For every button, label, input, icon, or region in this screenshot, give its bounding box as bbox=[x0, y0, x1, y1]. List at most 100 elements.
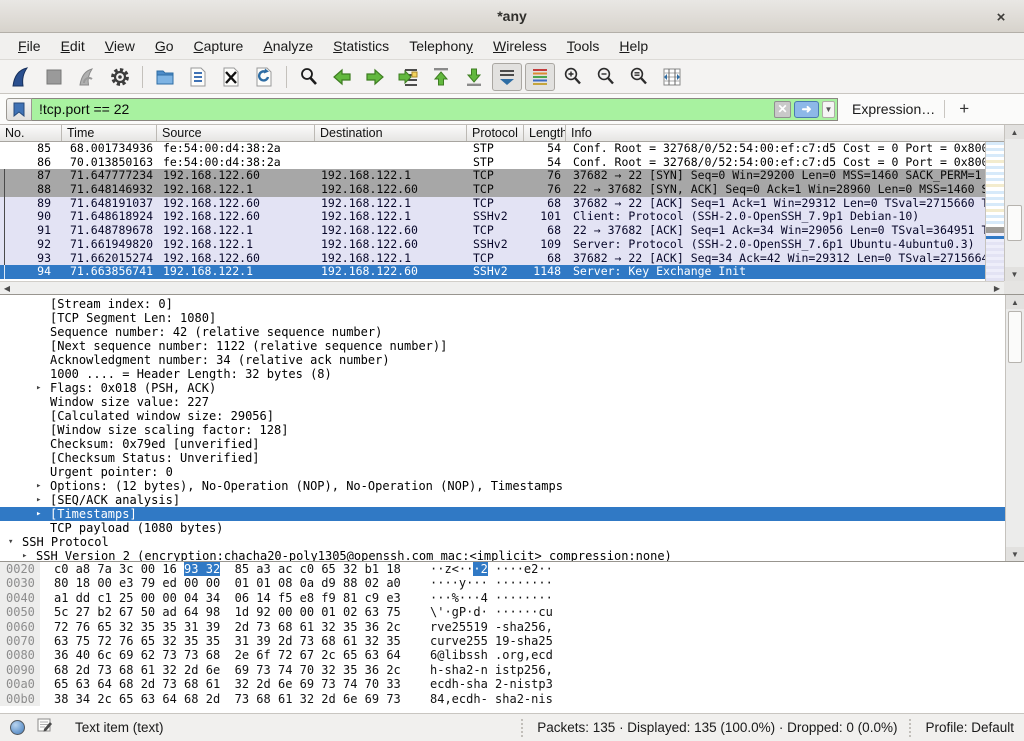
menu-analyze[interactable]: Analyze bbox=[253, 34, 323, 58]
display-filter-input[interactable]: !tcp.port == 22 ✕ ➜ ▼ bbox=[32, 98, 838, 121]
hex-ascii[interactable]: ····e2·· bbox=[488, 562, 553, 576]
menu-telephony[interactable]: Telephony bbox=[399, 34, 483, 58]
expand-icon[interactable]: ▸ bbox=[36, 381, 41, 395]
filter-bookmark-icon[interactable] bbox=[6, 98, 32, 121]
menu-file[interactable]: File bbox=[8, 34, 51, 58]
hex-bytes-highlight[interactable]: 93 32 bbox=[184, 562, 220, 576]
expert-info-icon[interactable] bbox=[10, 720, 25, 735]
restart-capture-icon[interactable] bbox=[72, 63, 102, 91]
scroll-down-icon[interactable]: ▼ bbox=[1005, 267, 1024, 281]
scroll-thumb[interactable] bbox=[1008, 311, 1022, 363]
hex-ascii[interactable]: 84,ecdh- sha2-nis bbox=[430, 692, 553, 706]
go-last-icon[interactable] bbox=[459, 63, 489, 91]
column-header-time[interactable]: Time bbox=[62, 125, 157, 141]
detail-line[interactable]: TCP payload (1080 bytes) bbox=[0, 521, 1005, 535]
detail-line[interactable]: ▸Options: (12 bytes), No-Operation (NOP)… bbox=[0, 479, 1005, 493]
menu-edit[interactable]: Edit bbox=[51, 34, 95, 58]
profile-text[interactable]: Profile: Default bbox=[925, 720, 1014, 735]
hex-ascii[interactable]: curve255 19-sha25 bbox=[430, 634, 553, 648]
expand-icon[interactable]: ▸ bbox=[22, 549, 27, 562]
expand-icon[interactable]: ▸ bbox=[36, 507, 41, 521]
detail-line[interactable]: ▸SSH Version 2 (encryption:chacha20-poly… bbox=[0, 549, 1005, 562]
packet-row-86[interactable]: 8670.013850163fe:54:00:d4:38:2aSTP54Conf… bbox=[0, 156, 985, 170]
detail-line[interactable]: [Calculated window size: 29056] bbox=[0, 409, 1005, 423]
detail-line[interactable]: 1000 .... = Header Length: 32 bytes (8) bbox=[0, 367, 1005, 381]
zoom-in-icon[interactable] bbox=[558, 63, 588, 91]
hex-bytes[interactable]: 65 63 64 68 2d 73 68 61 32 2d 6e 69 73 7… bbox=[54, 677, 401, 691]
hex-bytes[interactable]: 5c 27 b2 67 50 ad 64 98 1d 92 00 00 01 0… bbox=[54, 605, 401, 619]
zoom-out-icon[interactable] bbox=[591, 63, 621, 91]
scroll-thumb[interactable] bbox=[1007, 205, 1022, 241]
intelligent-scrollbar-minimap[interactable] bbox=[985, 142, 1004, 281]
detail-line[interactable]: ▸Flags: 0x018 (PSH, ACK) bbox=[0, 381, 1005, 395]
detail-line[interactable]: Urgent pointer: 0 bbox=[0, 465, 1005, 479]
hex-row-00a0[interactable]: 00a065 63 64 68 2d 73 68 61 32 2d 6e 69 … bbox=[0, 677, 1024, 691]
find-packet-icon[interactable] bbox=[294, 63, 324, 91]
menu-go[interactable]: Go bbox=[145, 34, 184, 58]
hex-ascii[interactable]: 6@libssh .org,ecd bbox=[430, 648, 553, 662]
menu-statistics[interactable]: Statistics bbox=[323, 34, 399, 58]
hex-row-0090[interactable]: 009068 2d 73 68 61 32 2d 6e 69 73 74 70 … bbox=[0, 663, 1024, 677]
hex-row-0020[interactable]: 0020c0 a8 7a 3c 00 16 93 32 85 a3 ac c0 … bbox=[0, 562, 1024, 576]
filter-clear-icon[interactable]: ✕ bbox=[774, 101, 791, 118]
detail-line[interactable]: [Stream index: 0] bbox=[0, 297, 1005, 311]
detail-line[interactable]: [Checksum Status: Unverified] bbox=[0, 451, 1005, 465]
go-first-icon[interactable] bbox=[426, 63, 456, 91]
detail-line[interactable]: ▸[Timestamps] bbox=[0, 507, 1005, 521]
hex-row-0080[interactable]: 008036 40 6c 69 62 73 73 68 2e 6f 72 67 … bbox=[0, 648, 1024, 662]
column-header-length[interactable]: Length bbox=[524, 125, 566, 141]
capture-options-icon[interactable] bbox=[105, 63, 135, 91]
hex-ascii[interactable]: rve25519 -sha256, bbox=[430, 620, 553, 634]
hex-bytes[interactable]: 80 18 00 e3 79 ed 00 00 01 01 08 0a d9 8… bbox=[54, 576, 401, 590]
save-file-icon[interactable] bbox=[183, 63, 213, 91]
packet-row-92[interactable]: 9271.661949820192.168.122.1192.168.122.6… bbox=[0, 238, 985, 252]
expand-icon[interactable]: ▸ bbox=[36, 479, 41, 493]
zoom-original-icon[interactable] bbox=[624, 63, 654, 91]
hex-ascii-highlight[interactable]: ·2 bbox=[473, 562, 487, 576]
hex-ascii[interactable]: h-sha2-n istp256, bbox=[430, 663, 553, 677]
close-file-icon[interactable] bbox=[216, 63, 246, 91]
scroll-up-icon[interactable]: ▲ bbox=[1006, 295, 1024, 309]
go-to-packet-icon[interactable] bbox=[393, 63, 423, 91]
packet-row-88[interactable]: 8871.648146932192.168.122.1192.168.122.6… bbox=[0, 183, 985, 197]
hex-bytes[interactable]: 36 40 6c 69 62 73 73 68 2e 6f 72 67 2c 6… bbox=[54, 648, 401, 662]
menu-wireless[interactable]: Wireless bbox=[483, 34, 557, 58]
open-file-icon[interactable] bbox=[150, 63, 180, 91]
hex-bytes[interactable]: 38 34 2c 65 63 64 68 2d 73 68 61 32 2d 6… bbox=[54, 692, 401, 706]
hex-bytes[interactable]: 72 76 65 32 35 35 31 39 2d 73 68 61 32 3… bbox=[54, 620, 401, 634]
hex-row-0070[interactable]: 007063 75 72 76 65 32 35 35 31 39 2d 73 … bbox=[0, 634, 1024, 648]
packet-list-vscrollbar[interactable]: ▲ ▼ bbox=[1004, 125, 1024, 281]
go-back-icon[interactable] bbox=[327, 63, 357, 91]
column-header-protocol[interactable]: Protocol bbox=[467, 125, 524, 141]
details-vscrollbar[interactable]: ▲ ▼ bbox=[1005, 295, 1024, 561]
scroll-right-icon[interactable]: ▶ bbox=[990, 282, 1004, 294]
start-capture-icon[interactable] bbox=[6, 63, 36, 91]
hex-row-0030[interactable]: 003080 18 00 e3 79 ed 00 00 01 01 08 0a … bbox=[0, 576, 1024, 590]
scroll-left-icon[interactable]: ◀ bbox=[0, 282, 14, 294]
go-forward-icon[interactable] bbox=[360, 63, 390, 91]
packet-row-94[interactable]: 9471.663856741192.168.122.1192.168.122.6… bbox=[0, 265, 985, 279]
hex-row-00b0[interactable]: 00b038 34 2c 65 63 64 68 2d 73 68 61 32 … bbox=[0, 692, 1024, 706]
hex-row-0060[interactable]: 006072 76 65 32 35 35 31 39 2d 73 68 61 … bbox=[0, 620, 1024, 634]
hex-bytes[interactable]: 68 2d 73 68 61 32 2d 6e 69 73 74 70 32 3… bbox=[54, 663, 401, 677]
menu-capture[interactable]: Capture bbox=[184, 34, 254, 58]
detail-line[interactable]: ▾SSH Protocol bbox=[0, 535, 1005, 549]
hex-ascii[interactable]: \'·gP·d· ······cu bbox=[430, 605, 553, 619]
detail-line[interactable]: ▸[SEQ/ACK analysis] bbox=[0, 493, 1005, 507]
hex-row-0040[interactable]: 0040a1 dd c1 25 00 00 04 34 06 14 f5 e8 … bbox=[0, 591, 1024, 605]
detail-line[interactable]: Window size value: 227 bbox=[0, 395, 1005, 409]
hex-bytes[interactable]: a1 dd c1 25 00 00 04 34 06 14 f5 e8 f9 8… bbox=[54, 591, 401, 605]
packet-list-hscrollbar[interactable]: ◀ ▶ bbox=[0, 281, 1004, 294]
detail-line[interactable]: [TCP Segment Len: 1080] bbox=[0, 311, 1005, 325]
detail-line[interactable]: Sequence number: 42 (relative sequence n… bbox=[0, 325, 1005, 339]
scroll-up-icon[interactable]: ▲ bbox=[1005, 125, 1024, 139]
capture-comment-icon[interactable] bbox=[37, 717, 53, 738]
menu-view[interactable]: View bbox=[95, 34, 145, 58]
close-window-icon[interactable]: × bbox=[990, 6, 1012, 28]
hex-ascii[interactable]: ···%···4 ········ bbox=[430, 591, 553, 605]
scroll-down-icon[interactable]: ▼ bbox=[1006, 547, 1024, 561]
packet-row-93[interactable]: 9371.662015274192.168.122.60192.168.122.… bbox=[0, 252, 985, 266]
packet-row-91[interactable]: 9171.648789678192.168.122.1192.168.122.6… bbox=[0, 224, 985, 238]
packet-row-90[interactable]: 9071.648618924192.168.122.60192.168.122.… bbox=[0, 210, 985, 224]
column-header-no[interactable]: No. bbox=[0, 125, 62, 141]
